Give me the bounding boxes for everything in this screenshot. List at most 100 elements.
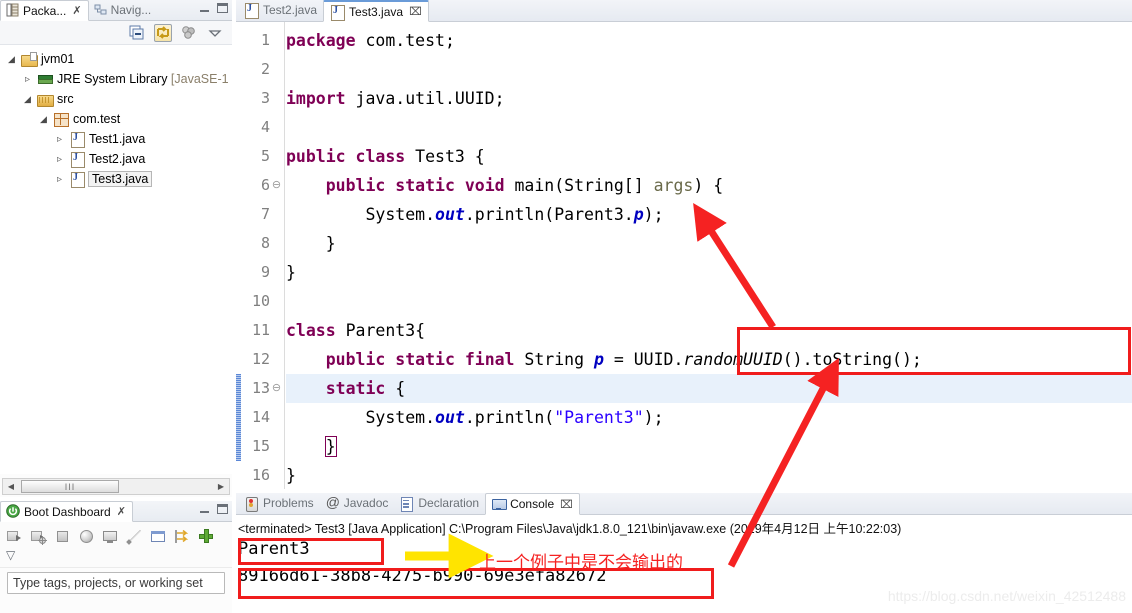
package-explorer-view: Packa... ✗ Navig... ◢ jvm01 ▹ JRE System… (0, 0, 232, 497)
line-number: 10 (251, 292, 270, 310)
tree-item[interactable]: Test1.java (0, 129, 232, 149)
editor-tab-test2[interactable]: Test2.java (238, 0, 323, 21)
tree-item-label: Test3.java (87, 171, 153, 187)
code-line[interactable]: public static final String p = UUID.rand… (286, 345, 922, 374)
line-number: 6 (260, 176, 270, 194)
line-number: 15 (251, 437, 270, 455)
code-line[interactable]: class Parent3{ (286, 316, 425, 345)
minimize-icon[interactable] (199, 4, 210, 13)
code-line[interactable]: static { (286, 374, 405, 403)
stop-icon[interactable] (54, 528, 71, 545)
redeploy-icon[interactable] (174, 528, 191, 545)
code-line[interactable]: } (286, 461, 296, 489)
package-explorer-icon (6, 3, 19, 19)
properties-icon[interactable] (150, 528, 167, 545)
minimize-icon[interactable] (199, 505, 210, 514)
tree-item[interactable]: Test2.java (0, 149, 232, 169)
source-code[interactable]: package com.test; import java.util.UUID; p… (286, 22, 1132, 489)
tree-item[interactable]: Test3.java (0, 169, 232, 189)
open-browser-icon[interactable] (78, 528, 95, 545)
maximize-icon[interactable] (217, 504, 228, 514)
code-line[interactable]: System.out.println("Parent3"); (286, 403, 663, 432)
scrollbar-thumb[interactable]: III (21, 480, 119, 493)
code-line[interactable]: package com.test; (286, 26, 455, 55)
tab-package-explorer[interactable]: Packa... ✗ (0, 0, 89, 21)
boot-toolbar-row-2 (6, 547, 228, 569)
console-output-line: 89166d61-38b8-4275-b990-69e3efa82672 (238, 566, 607, 586)
declaration-icon (399, 496, 414, 512)
tab-boot-dashboard[interactable]: Boot Dashboard ✗ (0, 501, 133, 522)
code-token: "Parent3" (554, 408, 644, 427)
tree-expand-arrow-closed-icon[interactable] (54, 174, 65, 185)
link-with-editor-icon[interactable] (154, 23, 172, 42)
start-icon[interactable] (6, 528, 23, 545)
spring-boot-icon (6, 503, 20, 520)
tree-item[interactable]: src (0, 89, 232, 109)
code-line[interactable]: public class Test3 { (286, 142, 485, 171)
edit-config-icon[interactable] (126, 528, 143, 545)
tab-declaration[interactable]: Declaration (394, 492, 485, 514)
tree-item-label: Test1.java (89, 132, 146, 146)
tree-expand-arrow-closed-icon[interactable] (22, 74, 33, 85)
code-line[interactable]: public static void main(String[] args) { (286, 171, 723, 200)
scroll-right-icon[interactable]: ▶ (213, 482, 229, 491)
tree-item[interactable]: jvm01 (0, 49, 232, 69)
maximize-icon[interactable] (217, 3, 228, 13)
boot-dashboard-filter-input[interactable]: Type tags, projects, or working set (7, 572, 225, 594)
debug-icon[interactable] (30, 528, 47, 545)
view-menu-icon[interactable] (206, 24, 224, 42)
line-number: 8 (260, 234, 270, 252)
tree-expand-arrow-open-icon[interactable] (38, 114, 49, 125)
code-token: static (325, 379, 386, 398)
close-icon[interactable]: ✗ (117, 505, 126, 518)
code-editing-area[interactable]: 12345678910111213141516 package com.test… (236, 22, 1132, 489)
tab-javadoc[interactable]: Javadoc (320, 492, 395, 514)
tree-expand-arrow-closed-icon[interactable] (54, 134, 65, 145)
tree-expand-arrow-open-icon[interactable] (22, 94, 33, 105)
line-number: 7 (260, 205, 270, 223)
close-icon[interactable]: ✗ (72, 4, 81, 17)
package-explorer-window-buttons (199, 3, 228, 13)
package-explorer-toolbar (0, 21, 232, 45)
collapse-all-icon[interactable] (128, 24, 146, 42)
package-explorer-tabbar: Packa... ✗ Navig... (0, 0, 232, 21)
view-filter-icon[interactable] (180, 24, 198, 42)
code-line[interactable]: System.out.println(Parent3.p); (286, 200, 663, 229)
navigator-icon (94, 2, 107, 18)
code-line[interactable]: } (286, 258, 296, 287)
project-tree[interactable]: jvm01 JRE System Library [JavaSE-1 src com.… (0, 45, 232, 474)
open-console-icon[interactable] (102, 528, 119, 545)
tree-expand-arrow-closed-icon[interactable] (54, 154, 65, 165)
add-icon[interactable] (198, 528, 215, 545)
tab-label: Packa... (23, 3, 67, 18)
console-output-line: Parent3 (238, 539, 310, 559)
code-token: System. (286, 205, 436, 224)
package-icon (53, 111, 69, 127)
javadoc-icon (325, 494, 340, 511)
package-explorer-hscrollbar[interactable]: ◀ III ▶ (2, 478, 230, 495)
tree-item[interactable]: JRE System Library [JavaSE-1 (0, 69, 232, 89)
close-icon[interactable]: ⌧ (409, 5, 422, 18)
code-token: package (286, 31, 356, 50)
tree-expand-arrow-open-icon[interactable] (6, 54, 17, 65)
code-token: = UUID. (603, 350, 684, 369)
tab-problems[interactable]: Problems (239, 492, 320, 514)
close-icon[interactable]: ⌧ (560, 498, 573, 511)
fold-collapse-icon[interactable] (271, 171, 282, 200)
code-line[interactable]: } (286, 229, 336, 258)
code-token: .println(Parent3. (464, 205, 634, 224)
boot-dashboard-window-buttons (199, 504, 228, 514)
boot-toolbar-row (6, 525, 228, 547)
tree-item[interactable]: com.test (0, 109, 232, 129)
fold-collapse-icon[interactable] (271, 374, 282, 403)
code-line[interactable]: } (286, 432, 337, 461)
scroll-left-icon[interactable]: ◀ (3, 482, 19, 491)
editor-tab-test3[interactable]: Test3.java ⌧ (323, 0, 429, 22)
tab-navigator[interactable]: Navig... (89, 0, 158, 20)
view-menu-icon[interactable] (6, 548, 20, 565)
code-line[interactable]: import java.util.UUID; (286, 84, 505, 113)
eclipse-ide-window: Packa... ✗ Navig... ◢ jvm01 ▹ JRE System… (0, 0, 1132, 613)
line-number: 13 (251, 379, 270, 397)
tab-console[interactable]: Console ⌧ (485, 493, 580, 515)
